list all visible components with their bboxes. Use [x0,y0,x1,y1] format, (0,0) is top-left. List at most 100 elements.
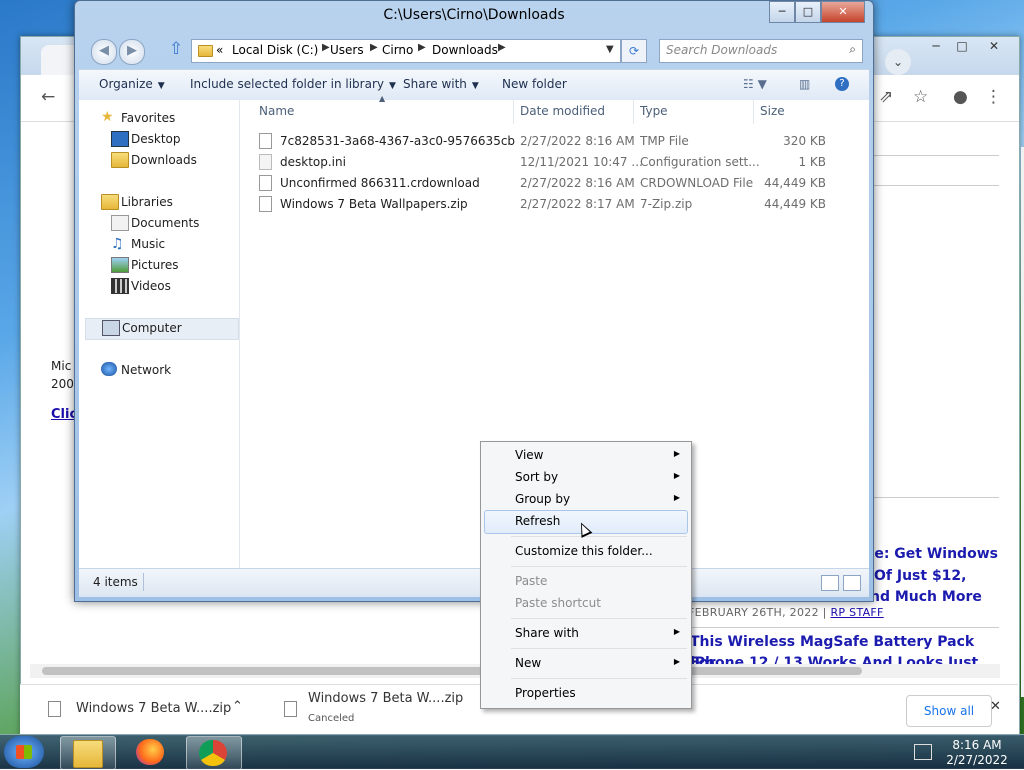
sort-arrow-icon: ▲ [379,94,386,103]
profile-icon[interactable]: ● [953,87,968,107]
menu-item-customize-folder[interactable]: Customize this folder... [484,540,688,562]
show-all-button[interactable]: Show all [906,695,992,727]
share-icon[interactable]: ⇗ [879,87,893,107]
view-options-icon[interactable]: ☷ ▼ [743,77,767,91]
address-bar[interactable]: « Local Disk (C:) ▶ Users ▶ Cirno ▶ Down… [191,39,621,63]
taskbar-explorer[interactable] [60,736,116,770]
nav-libraries[interactable]: Libraries [101,193,231,213]
taskbar-chrome[interactable] [186,736,242,770]
menu-separator [511,618,687,619]
bookmark-star-icon[interactable]: ☆ [913,87,928,107]
file-icon [48,701,61,717]
nav-videos[interactable]: Videos [111,277,231,297]
forward-button[interactable]: ▶ [119,39,145,65]
network-tray-icon[interactable] [914,744,932,760]
column-header-date[interactable]: Date modified [520,104,605,118]
menu-dots-icon[interactable]: ⋮ [985,87,1002,107]
breadcrumb-downloads[interactable]: Downloads [432,43,498,57]
file-row[interactable]: desktop.ini 12/11/2021 10:47 ... Configu… [259,152,859,173]
new-folder-button[interactable]: New folder [502,77,567,91]
chrome-close-button[interactable]: ✕ [981,39,1007,57]
nav-pictures[interactable]: Pictures [111,256,231,276]
chevron-up-icon[interactable]: ⌃ [232,699,243,714]
nav-downloads[interactable]: Downloads [111,151,231,171]
command-bar: Organize ▼ Include selected folder in lib… [79,69,869,101]
back-button[interactable]: ◀ [91,39,117,65]
nav-computer[interactable]: Computer [85,318,239,340]
news-headline[interactable]: iPhone 12 / 13 Works And Looks Just Like [690,653,990,664]
chrome-minimize-button[interactable]: ─ [923,39,949,57]
file-row[interactable]: Windows 7 Beta Wallpapers.zip 2/27/2022 … [259,194,859,215]
column-header-type[interactable]: Type [640,104,668,118]
menu-item-paste[interactable]: Paste [484,570,688,592]
breadcrumb-local-disk[interactable]: Local Disk (C:) [232,43,318,57]
large-icons-view-icon[interactable] [843,575,861,591]
search-icon[interactable]: ⌕ [849,42,856,57]
share-with-button[interactable]: Share with ▼ [403,77,479,91]
nav-favorites[interactable]: ★ Favorites [101,109,231,129]
back-arrow-icon[interactable]: ← [41,87,55,107]
windows-logo-icon [16,745,32,759]
menu-item-new[interactable]: New ▶ [484,652,688,674]
menu-item-sort-by[interactable]: Sort by ▶ [484,466,688,488]
minimize-button[interactable]: ─ [769,1,795,23]
breadcrumb-cirno[interactable]: Cirno [382,43,413,57]
tab-search-button[interactable]: ⌄ [885,49,911,75]
address-dropdown-icon[interactable]: ▼ [606,44,614,55]
nav-documents[interactable]: Documents [111,214,231,234]
desktop-icon [111,131,129,147]
menu-item-share-with[interactable]: Share with ▶ [484,622,688,644]
preview-pane-icon[interactable]: ▥ [799,77,810,91]
column-header-name[interactable]: Name [259,104,294,118]
pictures-icon [111,257,129,273]
download-item[interactable]: Windows 7 Beta W....zip ⌃ [40,685,260,735]
menu-item-group-by[interactable]: Group by ▶ [484,488,688,510]
desktop: ⌄ ─ □ ✕ ← ⇗ ☆ ● ⋮ Mic 200 Clic Sale: Get… [0,0,1024,770]
column-divider[interactable] [513,100,514,124]
news-author-link[interactable]: RP STAFF [830,606,883,619]
details-view-icon[interactable] [821,575,839,591]
organize-button[interactable]: Organize ▼ [99,77,165,91]
breadcrumb-overflow[interactable]: « [216,43,223,57]
menu-item-properties[interactable]: Properties [484,682,688,704]
file-date: 12/11/2021 10:47 ... [520,155,643,169]
file-icon [259,133,272,149]
column-header-size[interactable]: Size [760,104,785,118]
taskbar-firefox[interactable] [124,736,178,768]
file-row[interactable]: 7c828531-3a68-4367-a3c0-9576635cba77....… [259,131,859,152]
file-name: Windows 7 Beta Wallpapers.zip [280,197,468,211]
news-headline[interactable]: nd Much More [870,587,1020,608]
libraries-icon [101,194,119,210]
refresh-icon[interactable]: ⟳ [621,39,647,63]
breadcrumb-arrow-icon[interactable]: ▶ [418,42,426,53]
file-row[interactable]: Unconfirmed 866311.crdownload 2/27/2022 … [259,173,859,194]
column-divider[interactable] [753,100,754,124]
download-item[interactable]: Windows 7 Beta W....zip Canceled [276,685,486,735]
breadcrumb-arrow-icon[interactable]: ▶ [370,42,378,53]
news-headline[interactable]: Of Just $12, [874,566,1024,587]
nav-music[interactable]: ♫ Music [111,235,231,255]
start-button[interactable] [4,736,44,768]
scrollbar-thumb[interactable] [42,667,862,675]
up-arrow-icon[interactable]: ⇧ [169,39,183,59]
close-button[interactable]: ✕ [821,1,865,23]
breadcrumb-arrow-icon[interactable]: ▶ [322,42,330,53]
include-in-library-button[interactable]: Include selected folder in library ▼ [190,77,396,91]
maximize-button[interactable]: □ [795,1,821,23]
submenu-arrow-icon: ▶ [673,449,680,458]
column-divider[interactable] [633,100,634,124]
menu-item-view[interactable]: View ▶ [484,444,688,466]
menu-item-paste-shortcut[interactable]: Paste shortcut [484,592,688,614]
chrome-maximize-button[interactable]: □ [949,39,975,57]
breadcrumb-arrow-icon[interactable]: ▶ [498,42,506,53]
close-icon[interactable]: ✕ [990,699,1001,714]
clock[interactable]: 8:16 AM 2/27/2022 [944,738,1010,768]
search-input[interactable]: Search Downloads ⌕ [659,39,863,63]
help-icon[interactable]: ? [835,77,849,91]
nav-network[interactable]: Network [101,361,231,381]
divider [143,573,144,591]
firefox-icon [136,739,164,765]
breadcrumb-users[interactable]: Users [330,43,364,57]
chevron-down-icon: ▼ [471,81,479,91]
nav-desktop[interactable]: Desktop [111,130,231,150]
